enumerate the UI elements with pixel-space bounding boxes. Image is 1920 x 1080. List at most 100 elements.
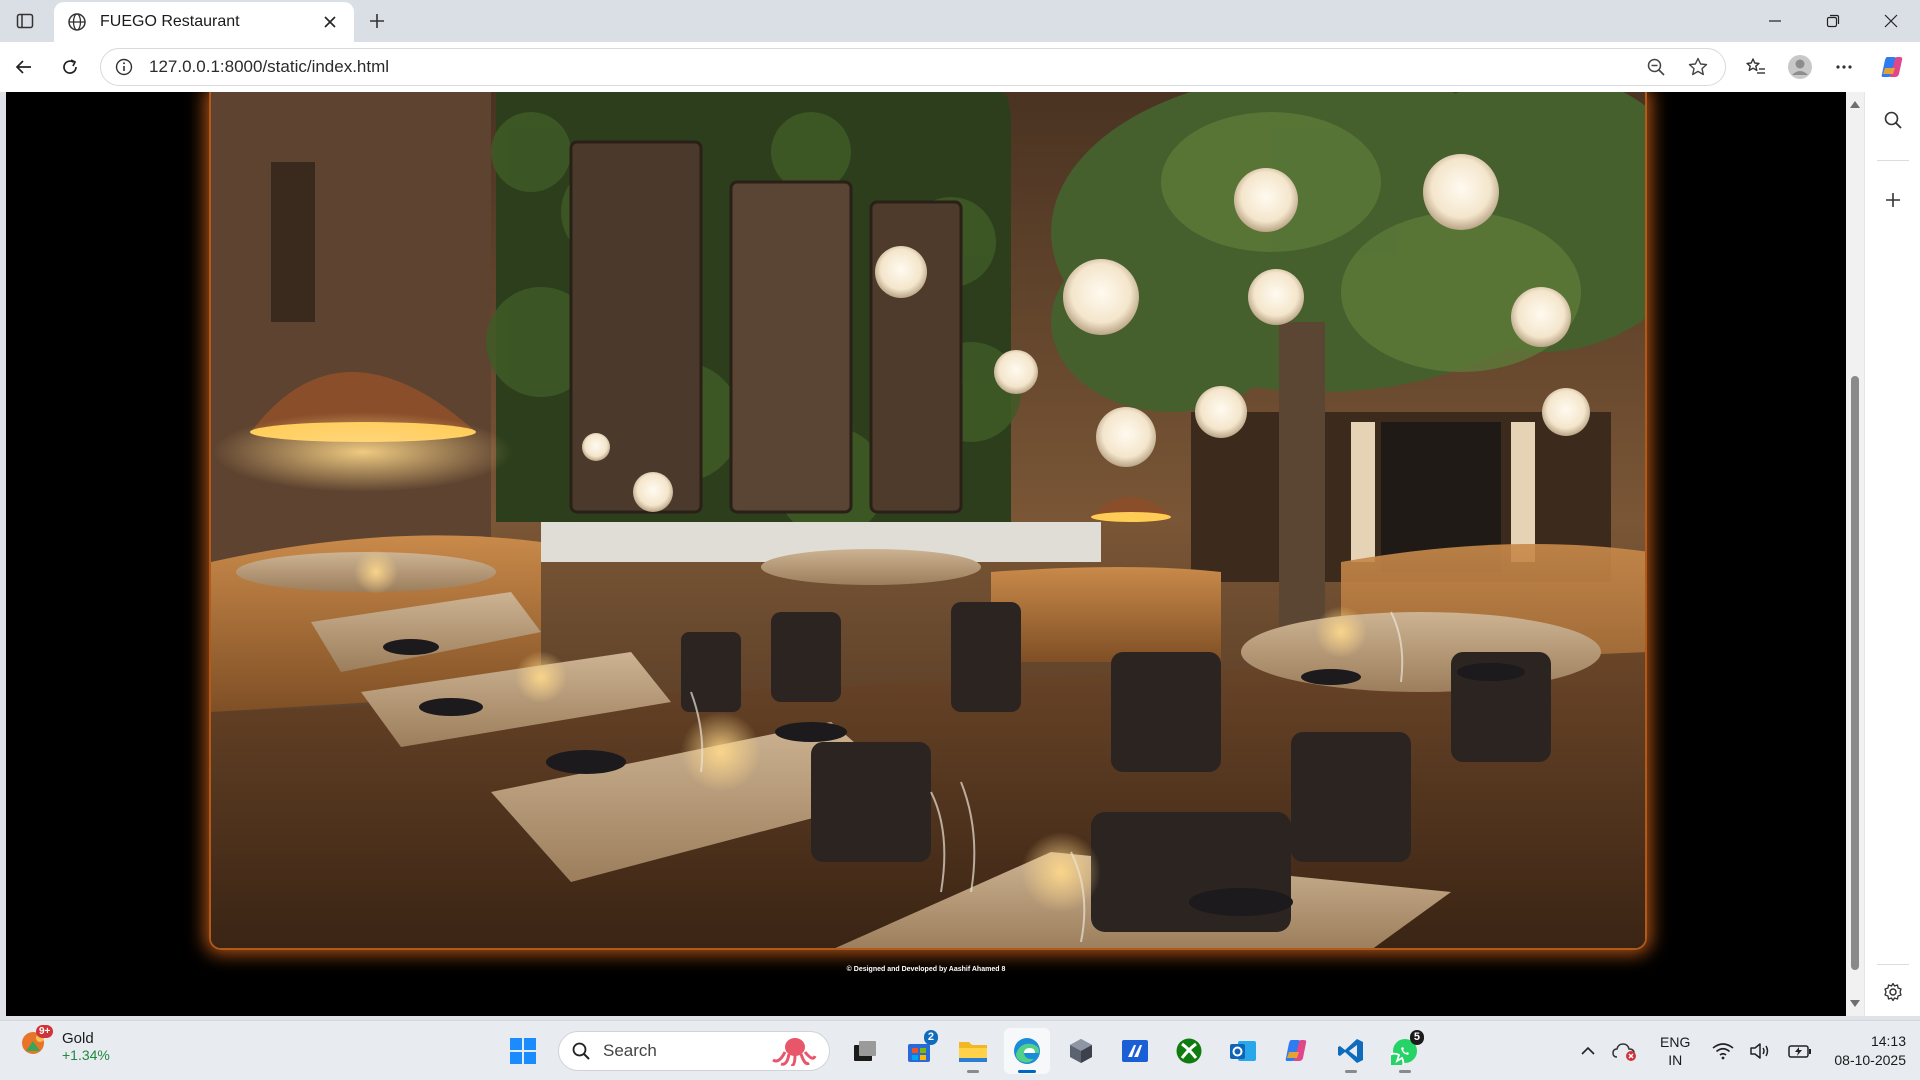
app-hexagon-button[interactable] xyxy=(1058,1028,1104,1074)
battery-button[interactable] xyxy=(1788,1043,1812,1059)
refresh-icon xyxy=(63,59,77,74)
zoom-icon[interactable] xyxy=(1641,52,1671,82)
running-indicator xyxy=(1399,1070,1411,1073)
xbox-button[interactable] xyxy=(1166,1028,1212,1074)
speaker-icon xyxy=(1750,1043,1769,1059)
window-controls xyxy=(1746,0,1920,42)
chevron-up-icon xyxy=(1581,1046,1595,1055)
vscode-button[interactable] xyxy=(1328,1028,1374,1074)
close-tab-icon[interactable] xyxy=(318,10,342,34)
outlook-button[interactable] xyxy=(1220,1028,1266,1074)
minimize-icon xyxy=(1769,20,1781,22)
clock-button[interactable]: 14:13 08-10-2025 xyxy=(1834,1032,1906,1070)
close-icon xyxy=(1884,14,1898,28)
search-icon xyxy=(1884,111,1902,129)
arrow-left-icon xyxy=(15,60,31,74)
taskbar-apps: Search 2 5 xyxy=(496,1027,1432,1075)
input-language-button[interactable]: ENG IN xyxy=(1660,1033,1690,1069)
battery-charging-icon xyxy=(1788,1045,1812,1058)
search-icon xyxy=(572,1042,590,1060)
tab-fuego-restaurant[interactable]: FUEGO Restaurant xyxy=(54,2,354,42)
language-region: IN xyxy=(1668,1052,1683,1068)
copilot-button[interactable] xyxy=(1876,51,1908,83)
gear-icon xyxy=(1884,982,1902,1002)
wifi-icon xyxy=(1712,1043,1734,1060)
back-button[interactable] xyxy=(8,51,40,83)
profile-button[interactable] xyxy=(1784,51,1816,83)
tab-actions-button[interactable] xyxy=(8,6,42,36)
volume-button[interactable] xyxy=(1750,1042,1772,1060)
footer-credit: © Designed and Developed by Aashif Ahame… xyxy=(846,966,1006,973)
url-text[interactable]: 127.0.0.1:8000/static/index.html xyxy=(149,57,1629,77)
page-viewport: © Designed and Developed by Aashif Ahame… xyxy=(6,92,1846,1016)
more-dots-icon xyxy=(1836,65,1852,69)
sidebar-search-button[interactable] xyxy=(1877,104,1909,136)
page-scrollbar[interactable] xyxy=(1846,92,1864,1016)
widgets-button[interactable]: 9+ Gold +1.34% xyxy=(20,1025,110,1063)
refresh-button[interactable] xyxy=(54,51,86,83)
taskbar-search[interactable]: Search xyxy=(558,1031,830,1071)
plus-icon xyxy=(370,14,384,28)
app-blue-button[interactable] xyxy=(1112,1028,1158,1074)
restaurant-hero-image xyxy=(209,92,1647,950)
site-info-icon[interactable] xyxy=(113,56,135,78)
clock-time: 14:13 xyxy=(1870,1033,1906,1049)
task-view-icon xyxy=(854,1041,876,1061)
sidebar-divider xyxy=(1877,160,1909,161)
widget-title: Gold xyxy=(62,1029,94,1047)
microsoft-store-button[interactable]: 2 xyxy=(896,1028,942,1074)
folder-icon xyxy=(959,1042,987,1062)
file-explorer-button[interactable] xyxy=(950,1028,996,1074)
cloud-error-icon xyxy=(1612,1043,1637,1061)
copilot-icon xyxy=(1285,1040,1307,1061)
widget-change: +1.34% xyxy=(62,1046,110,1063)
copilot-app-button[interactable] xyxy=(1274,1028,1320,1074)
vscode-icon xyxy=(1338,1039,1363,1063)
task-view-button[interactable] xyxy=(842,1028,888,1074)
start-button[interactable] xyxy=(500,1028,546,1074)
copilot-icon xyxy=(1881,57,1903,77)
tab-title: FUEGO Restaurant xyxy=(100,13,240,30)
title-bar: FUEGO Restaurant xyxy=(0,0,1920,42)
favorites-list-icon xyxy=(1746,58,1765,74)
running-indicator xyxy=(1345,1070,1357,1073)
edge-browser-button[interactable] xyxy=(1004,1028,1050,1074)
favorites-button[interactable] xyxy=(1740,51,1772,83)
sidebar-add-button[interactable] xyxy=(1877,184,1909,216)
store-badge: 2 xyxy=(923,1030,938,1045)
scroll-down-icon[interactable] xyxy=(1849,998,1861,1010)
search-label: Search xyxy=(603,1041,657,1060)
whatsapp-badge: 5 xyxy=(1409,1030,1424,1045)
restore-button[interactable] xyxy=(1804,0,1862,42)
xbox-icon xyxy=(1176,1038,1202,1064)
sidebar-settings-button[interactable] xyxy=(1877,976,1909,1008)
minimize-button[interactable] xyxy=(1746,0,1804,42)
new-tab-button[interactable] xyxy=(362,6,392,36)
whatsapp-button[interactable]: 5 xyxy=(1382,1028,1428,1074)
system-tray: ENG IN 14:13 08-10-2025 xyxy=(1572,1027,1906,1075)
gold-widget-icon: 9+ xyxy=(20,1025,54,1063)
scrollbar-thumb[interactable] xyxy=(1851,376,1859,970)
avatar-icon xyxy=(1788,55,1812,79)
outlook-icon xyxy=(1230,1041,1256,1061)
octopus-highlight-icon xyxy=(772,1038,817,1066)
globe-icon xyxy=(66,11,88,33)
show-hidden-icons-button[interactable] xyxy=(1580,1043,1596,1059)
network-button[interactable] xyxy=(1712,1042,1734,1060)
settings-more-button[interactable] xyxy=(1828,51,1860,83)
scroll-up-icon[interactable] xyxy=(1849,98,1861,110)
sidebar-divider xyxy=(1877,964,1909,965)
address-bar[interactable]: 127.0.0.1:8000/static/index.html xyxy=(100,48,1726,86)
plus-icon xyxy=(1886,193,1900,207)
onedrive-status-button[interactable] xyxy=(1612,1040,1638,1062)
edge-icon xyxy=(1014,1038,1040,1064)
running-indicator xyxy=(967,1070,979,1073)
remote-app-icon xyxy=(1122,1040,1148,1062)
windows-taskbar: 9+ Gold +1.34% Search 2 5 ENG IN 14:13 0… xyxy=(0,1020,1920,1080)
favorite-star-icon[interactable] xyxy=(1683,52,1713,82)
language-code: ENG xyxy=(1660,1034,1691,1050)
clock-date: 08-10-2025 xyxy=(1834,1052,1906,1068)
browser-toolbar: 127.0.0.1:8000/static/index.html xyxy=(0,42,1920,92)
windows-logo-icon xyxy=(510,1038,536,1064)
close-window-button[interactable] xyxy=(1862,0,1920,42)
